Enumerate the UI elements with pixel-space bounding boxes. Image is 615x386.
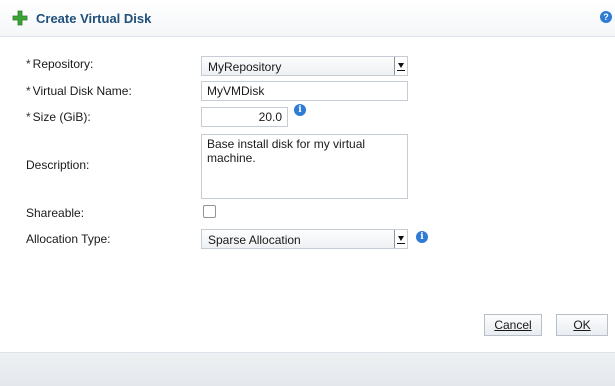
chevron-down-icon[interactable] [394,57,407,75]
repository-value: MyRepository [208,60,282,74]
chevron-down-icon[interactable] [394,230,407,248]
cancel-button[interactable]: Cancel [484,314,542,336]
repository-label: * Repository: [26,57,94,71]
size-label: * Size (GiB): [26,110,91,124]
ok-button[interactable]: OK [556,314,608,336]
plus-icon [12,10,28,26]
description-textarea[interactable]: Base install disk for my virtual machine… [201,134,408,199]
allocation-type-select[interactable]: Sparse Allocation [201,229,408,249]
disk-name-label: * Virtual Disk Name: [26,84,132,98]
create-virtual-disk-dialog: Create Virtual Disk ? * Repository: MyRep… [0,0,615,386]
dialog-titlebar: Create Virtual Disk ? [0,0,615,37]
required-marker: * [26,57,31,71]
allocation-type-label: Allocation Type: [26,232,111,246]
required-marker: * [26,110,31,124]
repository-select[interactable]: MyRepository [201,56,408,76]
question-icon[interactable]: ? [600,11,612,23]
info-icon[interactable]: i [294,104,306,116]
disk-name-input[interactable] [201,81,408,101]
required-marker: * [26,84,31,98]
allocation-type-value: Sparse Allocation [208,233,301,247]
shareable-checkbox[interactable] [203,205,216,218]
dialog-footer [0,352,615,386]
dialog-title: Create Virtual Disk [36,11,152,26]
shareable-label: Shareable: [26,206,85,220]
description-label: Description: [26,158,90,172]
info-icon[interactable]: i [416,231,428,243]
size-input[interactable] [201,107,288,127]
